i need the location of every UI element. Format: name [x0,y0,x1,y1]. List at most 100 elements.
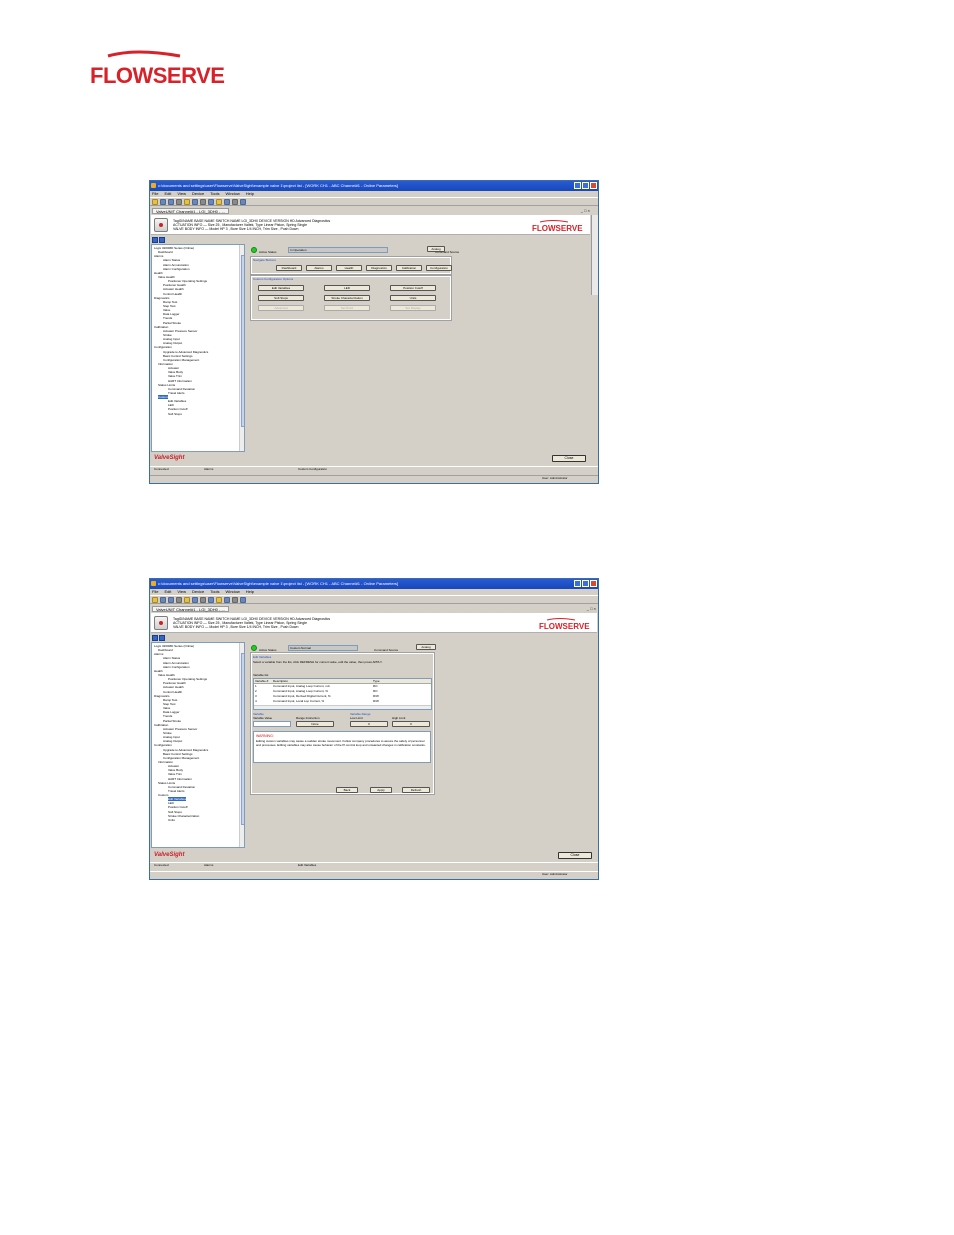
minimize-icon[interactable] [574,182,581,189]
status-connected: Connected [154,863,169,867]
window-controls [574,580,597,587]
connect-icon[interactable] [184,597,190,603]
tree-scrollbar[interactable] [239,643,244,847]
new-icon[interactable] [152,199,158,205]
edit-variables-group: Edit Variables Select a variable from th… [250,652,435,795]
device-icon[interactable] [208,199,214,205]
custom-options-title: Custom Configuration Options [253,277,294,281]
open-icon[interactable] [160,597,166,603]
advanced-button[interactable]: Advanced [258,305,304,311]
document-tab[interactable]: ValveUNIT Channel#1 - LGI_3DH0 - ... [152,208,229,214]
new-icon[interactable] [152,597,158,603]
calibration-button[interactable]: Calibration [396,265,422,271]
save-icon[interactable] [168,597,174,603]
document-tab[interactable]: ValveUNIT Channel#1 - LGI_3DH0 - ... [152,606,229,612]
refresh-icon[interactable] [192,597,198,603]
alarms-button[interactable]: Alarms [306,265,332,271]
wrench-icon[interactable] [216,199,222,205]
back-button[interactable]: Back [336,787,358,793]
help-icon[interactable] [240,597,246,603]
variable-value-input[interactable] [253,721,291,727]
print-icon[interactable] [176,597,182,603]
led-button[interactable]: LED [324,285,370,291]
command-source-field: Analog [427,246,445,252]
flowserve-logo: FLOWSERVE [90,50,225,88]
apply-button[interactable]: Apply [370,787,392,793]
device-icon[interactable] [208,597,214,603]
minimize-icon[interactable] [574,580,581,587]
diagnostics-button[interactable]: Diagnostics [366,265,392,271]
tool-icon[interactable] [200,597,206,603]
tree-item[interactable]: Units [154,818,238,822]
tree-item-label: Soft Stops [168,411,182,416]
maximize-icon[interactable] [582,580,589,587]
dashboard-button[interactable]: Dashboard [276,265,302,271]
variable-list-table[interactable]: Variable # Description Type 1 Command In… [253,678,432,710]
help-icon[interactable] [240,199,246,205]
close-button[interactable]: Close [552,455,586,462]
table-horizontal-scrollbar[interactable] [254,705,431,709]
mdi-controls[interactable]: _ □ × [581,208,590,213]
print-icon[interactable] [176,199,182,205]
chart-icon[interactable] [224,597,230,603]
range-instruction-label: Range Instruction [296,716,320,720]
close-icon[interactable] [590,182,597,189]
col-variable-number: Variable # [255,679,269,683]
tree-scrollbar[interactable] [239,245,244,451]
stroke-characterization-button[interactable]: Stroke Characterization [324,295,370,301]
help-icon[interactable] [159,635,165,641]
valvesight-window-edit-variables: c:\documents and settings\user\Flowserve… [149,578,599,880]
valvesight-window-dashboard: c:\documents and settings\user\Flowserve… [149,180,599,484]
settings-icon[interactable] [232,199,238,205]
close-button[interactable]: Close [558,852,592,859]
table-row[interactable]: 4 Command Input, Local Lop Current, % R/… [254,699,431,704]
settings-icon[interactable] [232,597,238,603]
cell-description: Command Input, Local Lop Current, % [273,699,325,703]
status-bar-user: User: Administrator [150,475,598,481]
configuration-button[interactable]: Configuration [426,265,452,271]
tool-icon[interactable] [200,199,206,205]
save-icon[interactable] [168,199,174,205]
status-alarms: Alarms [204,863,214,867]
wrench-icon[interactable] [216,597,222,603]
tree-item-label: Alarms [154,254,164,259]
active-status-field: Custom Normal [288,645,358,651]
low-limit-field: 0 [350,721,388,727]
units-button[interactable]: Units [390,295,436,301]
toolbar [150,595,598,604]
expand-icon[interactable] [152,237,158,243]
tree-toolbar [151,634,241,642]
position-cutoff-button[interactable]: Position Cutoff [390,285,436,291]
low-limit-label: Low Limit [350,716,363,720]
close-icon[interactable] [590,580,597,587]
open-icon[interactable] [160,199,166,205]
refresh-button[interactable]: Refresh [402,787,430,793]
soft-stops-button[interactable]: Soft Stops [258,295,304,301]
tree-item[interactable]: Soft Stops [154,412,238,416]
set-display-button[interactable]: Set Display [390,305,436,311]
edit-variables-button[interactable]: Edit Variables [258,285,304,291]
health-button[interactable]: Health [336,265,362,271]
device-info-bar: TagID/NAME BASE NAME SWITCH NAME LGI_3DH… [151,613,597,633]
set-point-button[interactable]: Set Point [324,305,370,311]
active-status-label: Active Status [259,648,277,652]
app-icon [151,581,156,586]
cell-type: R/W [373,699,379,703]
valve-body-info: VALVE BODY INFO — Model HP 3 , Bore Size… [173,625,299,629]
dashboard-panel: Active Status In Operation Command Sourc… [248,244,588,454]
chart-icon[interactable] [224,199,230,205]
connect-icon[interactable] [184,199,190,205]
mdi-controls[interactable]: _ □ × [587,606,596,611]
help-icon[interactable] [159,237,165,243]
cell-variable-number: 4 [255,699,257,703]
tree-item-label: Alarm Configuration [163,266,190,271]
maximize-icon[interactable] [582,182,589,189]
positioner-icon [154,218,168,232]
tree-item-label: Alarm Configuration [163,664,190,669]
side-panel-tab[interactable] [591,215,598,295]
navigation-tree: Logix 3200MD Series (Online) Dashboard Ala… [151,642,245,848]
expand-icon[interactable] [152,635,158,641]
col-description: Description [273,679,289,683]
refresh-icon[interactable] [192,199,198,205]
warning-text: Editing custom variables may cause a sud… [256,739,426,748]
